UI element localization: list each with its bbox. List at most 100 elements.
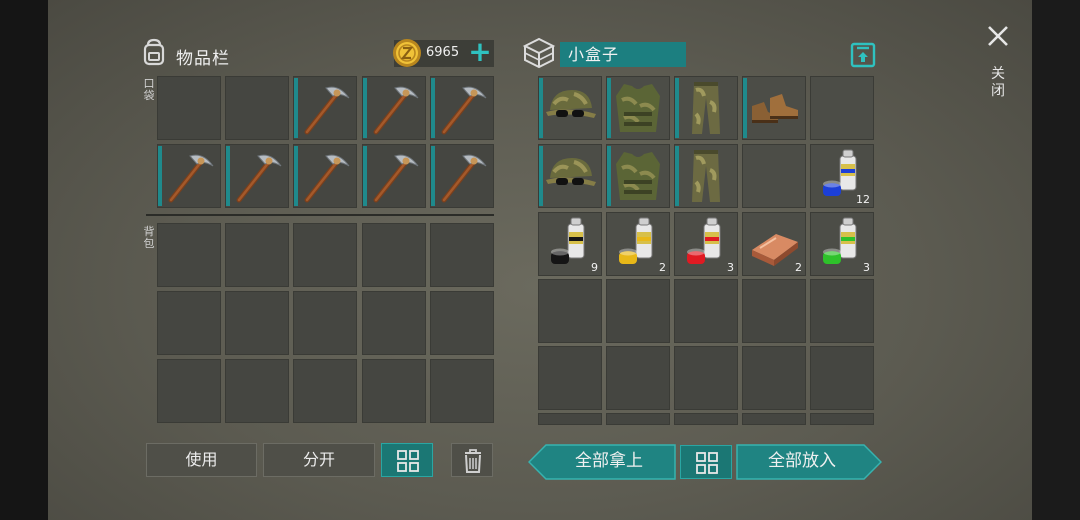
use-button[interactable]: 使用 [146,443,257,477]
backpack-slot[interactable] [293,223,357,287]
container-slot[interactable] [538,76,602,140]
pickaxe-icon [373,86,419,135]
upload-icon[interactable] [850,42,876,68]
container-slot[interactable] [742,413,806,425]
container-slot[interactable]: 9 [538,212,602,276]
currency-amount: 6965 [426,45,460,60]
pickaxe-icon [441,154,487,203]
container-slot[interactable] [538,346,602,410]
container-slot[interactable]: 3 [810,212,874,276]
grid-icon [696,452,718,474]
backpack-slot[interactable] [225,223,289,287]
pickaxe-icon [304,86,350,135]
backpack-slot[interactable] [157,359,221,423]
camo-vest-icon [616,84,660,132]
boots-icon [752,94,798,123]
container-slot[interactable] [742,279,806,343]
backpack-label: 背包 [143,225,155,250]
pocket-slot[interactable] [362,144,426,208]
backpack-slot[interactable] [430,223,494,287]
pocket-slot[interactable] [157,76,221,140]
container-slot[interactable]: 3 [674,212,738,276]
pickaxe-icon [236,154,282,203]
sort-container-button[interactable] [680,445,732,479]
split-button[interactable]: 分开 [263,443,375,477]
item-count: 9 [591,261,598,274]
container-slot[interactable] [606,346,670,410]
container-slot[interactable] [674,76,738,140]
camo-cap-icon [546,158,596,186]
container-slot[interactable] [674,413,738,425]
pocket-slot[interactable] [157,144,221,208]
pocket-slot[interactable] [225,144,289,208]
item-count: 12 [856,193,870,206]
pocket-slot[interactable] [362,76,426,140]
container-slot[interactable] [538,279,602,343]
container-slot[interactable] [742,346,806,410]
grid-icon [397,450,419,472]
backpack-slot[interactable] [430,359,494,423]
backpack-slot[interactable] [225,291,289,355]
trash-icon [465,449,481,473]
container-slot[interactable] [606,76,670,140]
item-count: 3 [727,261,734,274]
container-slot[interactable] [538,413,602,425]
container-slot[interactable]: 12 [810,144,874,208]
container-slot[interactable] [810,346,874,410]
container-name-field[interactable]: 小盒子 [560,42,686,67]
item-count: 3 [863,261,870,274]
container-slot[interactable] [674,144,738,208]
sort-inventory-button[interactable] [381,443,433,477]
item-count: 2 [795,261,802,274]
delete-button[interactable] [451,443,493,477]
container-slot[interactable] [810,413,874,425]
close-icon[interactable] [984,22,1012,50]
backpack-slot[interactable] [362,359,426,423]
box-icon [522,37,556,69]
container-slot[interactable] [606,413,670,425]
item-count: 2 [659,261,666,274]
container-slot[interactable] [810,76,874,140]
pocket-label: 口袋 [143,77,155,102]
backpack-slot[interactable] [362,223,426,287]
container-slot[interactable] [742,144,806,208]
pocket-slot[interactable] [293,76,357,140]
container-slot[interactable] [810,279,874,343]
container-slot[interactable] [606,144,670,208]
backpack-slot[interactable] [157,223,221,287]
camo-cap-icon [546,90,596,118]
backpack-icon [143,38,165,66]
container-slot[interactable] [538,144,602,208]
backpack-slot[interactable] [430,291,494,355]
screen-edge [1032,0,1080,520]
container-slot[interactable] [674,346,738,410]
backpack-slot[interactable] [293,291,357,355]
container-slot[interactable] [742,76,806,140]
pocket-slot[interactable] [430,144,494,208]
pickaxe-icon [441,86,487,135]
backpack-slot[interactable] [293,359,357,423]
container-slot[interactable] [606,279,670,343]
container-slot[interactable]: 2 [742,212,806,276]
pocket-slot[interactable] [293,144,357,208]
pickaxe-icon [168,154,214,203]
pocket-slot[interactable] [430,76,494,140]
take-all-button[interactable]: 全部拿上 [546,444,672,479]
backpack-slot[interactable] [225,359,289,423]
container-slot[interactable] [674,279,738,343]
close-label[interactable]: 关闭 [990,66,1006,100]
section-divider [146,214,494,216]
backpack-slot[interactable] [157,291,221,355]
put-all-button[interactable]: 全部放入 [738,444,866,479]
camo-vest-icon [616,152,660,200]
pickaxe-icon [373,154,419,203]
camo-pants-icon [692,150,720,202]
pocket-slot[interactable] [225,76,289,140]
backpack-slot[interactable] [362,291,426,355]
add-currency-button[interactable]: + [468,38,492,66]
camo-pants-icon [692,82,720,134]
inventory-title: 物品栏 [176,49,230,69]
container-slot[interactable]: 2 [606,212,670,276]
game-screen: 物品栏 6965 + 口袋 背包 小盒子 12 9 2 3 2 3 关闭 使用 … [0,0,1080,520]
gold-coin-icon [393,39,421,67]
